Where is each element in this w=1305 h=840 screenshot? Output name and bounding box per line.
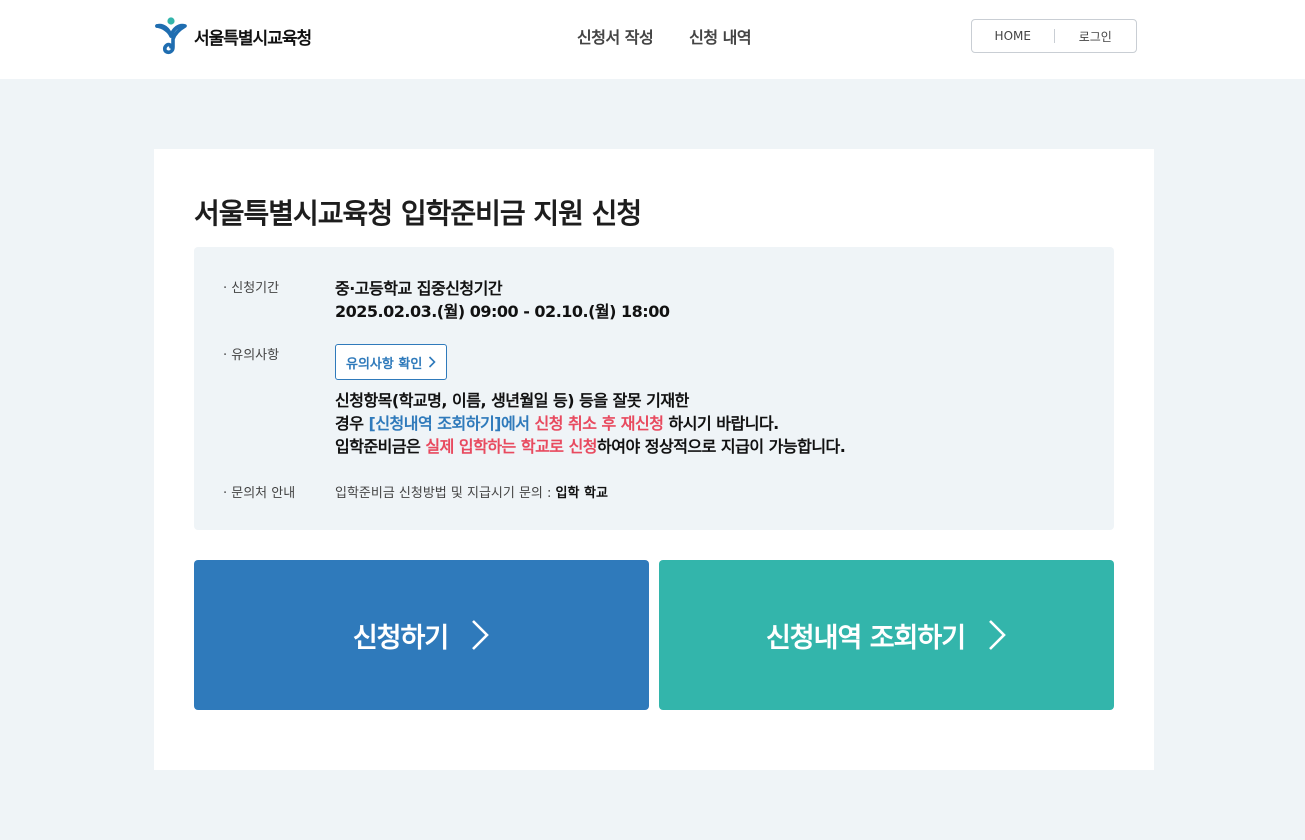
notice-line-2-a: 경우 — [335, 414, 369, 433]
home-link[interactable]: HOME — [972, 29, 1054, 43]
chevron-right-icon — [429, 356, 436, 368]
notice-line-2-link-ref: [신청내역 조회하기]에서 — [368, 414, 530, 433]
utility-links: HOME 로그인 — [971, 19, 1137, 53]
notice-check-button[interactable]: 유의사항 확인 — [335, 344, 448, 380]
period-value: 중·고등학교 집중신청기간 2025.02.03.(월) 09:00 - 02.… — [335, 277, 1095, 323]
notice-line-2-highlight: 신청 취소 후 재신청 — [534, 414, 664, 433]
notice-text: 신청항목(학교명, 이름, 생년월일 등) 등을 잘못 기재한 경우 [신청내역… — [335, 389, 1095, 458]
chevron-right-icon — [472, 620, 490, 650]
site-header: 서울특별시교육청 신청서 작성 신청 내역 HOME 로그인 — [0, 0, 1305, 79]
history-lookup-button-label: 신청내역 조회하기 — [765, 622, 966, 654]
nav-item-application-form[interactable]: 신청서 작성 — [577, 27, 654, 49]
chevron-right-icon — [989, 620, 1006, 650]
info-box: · 신청기간 중·고등학교 집중신청기간 2025.02.03.(월) 09:0… — [194, 247, 1114, 530]
notice-line-3-a: 입학준비금은 — [335, 437, 426, 456]
period-line-2: 2025.02.03.(월) 09:00 - 02.10.(월) 18:00 — [335, 302, 670, 321]
contact-label: · 문의처 안내 — [223, 486, 296, 501]
notice-line-3-end: 하여야 정상적으로 지급이 가능합니다. — [597, 437, 846, 456]
main-card: 서울특별시교육청 입학준비금 지원 신청 · 신청기간 중·고등학교 집중신청기… — [154, 149, 1154, 770]
contact-value: 입학준비금 신청방법 및 지급시기 문의 : 입학 학교 — [335, 482, 1095, 501]
notice-value: 유의사항 확인 신청항목(학교명, 이름, 생년월일 등) 등을 잘못 기재한 … — [335, 344, 1095, 458]
notice-label: · 유의사항 — [223, 348, 280, 363]
page-title: 서울특별시교육청 입학준비금 지원 신청 — [194, 197, 642, 230]
apply-button-label: 신청하기 — [352, 622, 449, 654]
notice-line-2: 경우 [신청내역 조회하기]에서 신청 취소 후 재신청 하시기 바랍니다. — [335, 412, 1095, 435]
contact-text: 입학준비금 신청방법 및 지급시기 문의 : — [335, 486, 556, 501]
period-label: · 신청기간 — [223, 281, 280, 296]
notice-line-2-end: 하시기 바랍니다. — [663, 414, 780, 433]
main-nav: 신청서 작성 신청 내역 — [577, 27, 752, 49]
nav-item-application-history[interactable]: 신청 내역 — [689, 27, 751, 49]
history-lookup-button[interactable]: 신청내역 조회하기 — [659, 560, 1114, 710]
notice-line-3: 입학준비금은 실제 입학하는 학교로 신청하여야 정상적으로 지급이 가능합니다… — [335, 435, 1095, 458]
seoul-education-logo-icon — [155, 17, 187, 55]
login-link[interactable]: 로그인 — [1055, 28, 1137, 45]
contact-strong: 입학 학교 — [555, 486, 608, 501]
notice-check-label: 유의사항 확인 — [346, 356, 423, 372]
notice-line-3-highlight: 실제 입학하는 학교로 신청 — [425, 437, 598, 456]
apply-button[interactable]: 신청하기 — [194, 560, 649, 710]
period-line-1: 중·고등학교 집중신청기간 — [335, 279, 503, 298]
site-logo[interactable]: 서울특별시교육청 — [154, 17, 312, 55]
notice-line-1: 신청항목(학교명, 이름, 생년월일 등) 등을 잘못 기재한 — [335, 391, 689, 410]
logo-text: 서울특별시교육청 — [194, 28, 312, 49]
